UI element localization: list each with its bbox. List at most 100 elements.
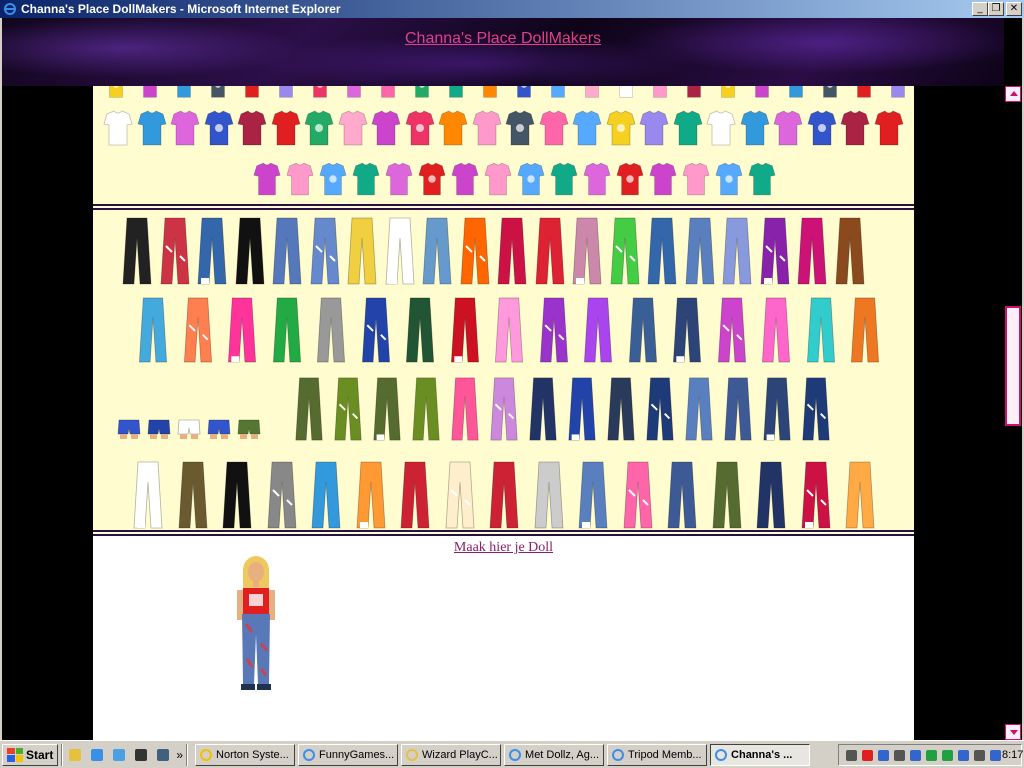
top-item[interactable] [739, 108, 770, 148]
bottom-item[interactable] [625, 296, 661, 364]
update-icon[interactable] [957, 749, 970, 762]
top-item[interactable] [418, 158, 446, 200]
bottom-item[interactable] [346, 216, 378, 286]
top-item[interactable] [477, 86, 503, 98]
bottom-item[interactable] [354, 460, 388, 530]
top-item[interactable] [616, 158, 644, 200]
bottom-item[interactable] [722, 376, 754, 442]
media-icon[interactable] [132, 746, 150, 764]
bottom-item[interactable] [398, 460, 432, 530]
bottom-item[interactable] [135, 296, 171, 364]
top-item[interactable] [203, 108, 234, 148]
top-item[interactable] [511, 86, 537, 98]
clock[interactable]: 8:17 [1002, 749, 1023, 761]
taskbar-task-button[interactable]: Met Dollz, Ag... [504, 743, 605, 766]
shorts-item[interactable] [207, 418, 231, 440]
ie-icon[interactable] [88, 746, 106, 764]
top-item[interactable] [873, 108, 904, 148]
quick-launch-more-button[interactable]: » [176, 748, 183, 762]
top-item[interactable] [572, 108, 602, 148]
shield-icon[interactable] [893, 749, 906, 762]
top-item[interactable] [319, 158, 347, 200]
shorts-item[interactable] [147, 418, 171, 440]
outlook-icon[interactable] [66, 746, 84, 764]
bottom-item[interactable] [131, 460, 165, 530]
top-item[interactable] [471, 108, 502, 148]
taskbar-task-button[interactable]: Norton Syste... [195, 743, 296, 766]
network-icon[interactable] [110, 746, 128, 764]
bottom-item[interactable] [710, 460, 744, 530]
top-item[interactable] [579, 86, 605, 98]
taskbar-task-button[interactable]: Tripod Memb... [607, 743, 708, 766]
bottom-item[interactable] [605, 376, 637, 442]
top-item[interactable] [545, 86, 571, 98]
top-item[interactable] [749, 86, 775, 98]
bottom-item[interactable] [847, 296, 883, 364]
bottom-item[interactable] [358, 296, 394, 364]
bottom-item[interactable] [309, 216, 341, 286]
top-item[interactable] [748, 158, 776, 200]
bottom-item[interactable] [646, 216, 678, 286]
bottom-item[interactable] [532, 460, 566, 530]
desktop-icon[interactable] [154, 746, 172, 764]
bottom-item[interactable] [761, 376, 793, 442]
bottom-item[interactable] [491, 296, 527, 364]
top-item[interactable] [649, 158, 677, 200]
shorts-item[interactable] [177, 418, 201, 440]
bottom-item[interactable] [487, 460, 521, 530]
top-item[interactable] [885, 86, 911, 98]
bottom-item[interactable] [265, 460, 299, 530]
site-title-link[interactable]: Channa's Place DollMakers [2, 30, 1004, 48]
top-item[interactable] [682, 158, 710, 200]
bottom-item[interactable] [800, 376, 832, 442]
top-item[interactable] [806, 108, 837, 148]
page-scrollbar[interactable] [1004, 86, 1022, 740]
top-item[interactable] [103, 86, 129, 98]
top-item[interactable] [783, 86, 809, 98]
bottom-item[interactable] [371, 376, 403, 442]
bottom-item[interactable] [796, 216, 828, 286]
messenger-icon[interactable] [941, 749, 954, 762]
top-item[interactable] [538, 108, 569, 148]
bottom-item[interactable] [714, 296, 750, 364]
top-item[interactable] [851, 86, 877, 98]
taskbar-task-button[interactable]: Channa's ... [710, 743, 811, 766]
bottom-item[interactable] [534, 216, 566, 286]
top-item[interactable] [270, 108, 301, 148]
clock-icon[interactable] [989, 749, 1002, 762]
top-item[interactable] [103, 108, 133, 148]
bottom-item[interactable] [447, 296, 483, 364]
bottom-item[interactable] [571, 216, 603, 286]
bottom-item[interactable] [121, 216, 153, 286]
bottom-item[interactable] [269, 296, 305, 364]
bottom-item[interactable] [496, 216, 528, 286]
shorts-item[interactable] [237, 418, 261, 440]
bottom-item[interactable] [488, 376, 520, 442]
bottom-item[interactable] [421, 216, 453, 286]
norton-icon[interactable] [861, 749, 874, 762]
bottom-item[interactable] [576, 460, 610, 530]
top-item[interactable] [136, 108, 167, 148]
bottom-item[interactable] [309, 460, 343, 530]
top-item[interactable] [443, 86, 469, 98]
top-item[interactable] [613, 86, 639, 98]
maximize-button[interactable]: ❐ [988, 2, 1004, 16]
scroll-thumb[interactable] [1005, 306, 1021, 426]
top-item[interactable] [307, 86, 333, 98]
top-item[interactable] [840, 108, 870, 148]
top-item[interactable] [672, 108, 703, 148]
sound-icon[interactable] [973, 749, 986, 762]
bottom-item[interactable] [684, 216, 716, 286]
minimize-button[interactable]: _ [972, 2, 988, 16]
taskbar-task-button[interactable]: Wizard PlayC... [401, 743, 502, 766]
top-item[interactable] [583, 158, 611, 200]
bottom-item[interactable] [843, 460, 877, 530]
close-button[interactable]: ✕ [1006, 2, 1022, 16]
top-item[interactable] [239, 86, 265, 98]
bottom-item[interactable] [196, 216, 228, 286]
bottom-item[interactable] [180, 296, 216, 364]
bottom-item[interactable] [220, 460, 254, 530]
top-item[interactable] [409, 86, 435, 98]
bottom-item[interactable] [665, 460, 699, 530]
n-icon[interactable] [925, 749, 938, 762]
